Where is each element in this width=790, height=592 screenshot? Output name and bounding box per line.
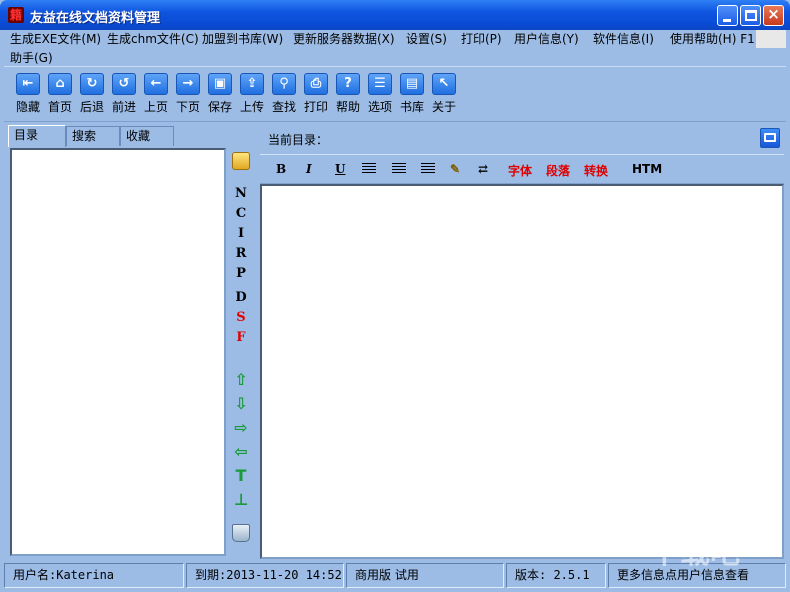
app-logo-icon: 籍 bbox=[8, 7, 24, 23]
fullscreen-button[interactable] bbox=[760, 128, 780, 148]
tab-favorites[interactable]: 收藏 bbox=[120, 126, 174, 146]
menu-user-info[interactable]: 用户信息(Y) bbox=[514, 30, 579, 47]
status-username: 用户名:Katerina bbox=[4, 563, 184, 588]
format-toolbar: B I U ✎ ⇄ 字体 段落 转换 HTM bbox=[260, 154, 784, 184]
move-up-icon[interactable]: ⇧ bbox=[230, 370, 252, 389]
font-button[interactable]: 字体 bbox=[508, 162, 532, 179]
right-panel: 当前目录： B I U ✎ ⇄ 字体 段落 转换 HTM bbox=[260, 126, 784, 559]
minimize-button[interactable] bbox=[717, 5, 738, 26]
side-btn-i[interactable]: I bbox=[230, 226, 252, 241]
hide-panel-icon: ⇤ bbox=[16, 73, 40, 95]
text-replace-icon[interactable]: ⇄ bbox=[478, 162, 488, 176]
menu-software-info[interactable]: 软件信息(I) bbox=[593, 30, 654, 47]
brush-icon[interactable]: ✎ bbox=[450, 162, 460, 176]
status-edition: 商用版 试用 bbox=[346, 563, 504, 588]
next-page-button[interactable]: → 下页 bbox=[172, 73, 204, 115]
menu-corner bbox=[756, 30, 786, 48]
about-button[interactable]: ↖ 关于 bbox=[428, 73, 460, 115]
side-btn-d[interactable]: D bbox=[230, 290, 252, 305]
tab-catalog[interactable]: 目录 bbox=[8, 125, 66, 147]
side-btn-p[interactable]: P bbox=[230, 266, 252, 281]
menu-help[interactable]: 使用帮助(H) F1 bbox=[670, 30, 755, 47]
print-button[interactable]: ⎙ 打印 bbox=[300, 73, 332, 115]
italic-button[interactable]: I bbox=[306, 162, 312, 176]
align-right-icon[interactable] bbox=[421, 163, 435, 175]
side-toolbar: N C I R P D S F ⇧ ⇩ ⇨ ⇦ T ⊥ bbox=[230, 150, 254, 556]
hide-button[interactable]: ⇤ 隐藏 bbox=[12, 73, 44, 115]
status-expiry: 到期:2013-11-20 14:52 bbox=[186, 563, 344, 588]
print-icon: ⎙ bbox=[304, 73, 328, 95]
left-panel: 目录 搜索 收藏 N C I R P D S F ⇧ ⇩ ⇨ ⇦ T ⊥ bbox=[8, 125, 256, 559]
side-btn-r[interactable]: R bbox=[230, 246, 252, 261]
bold-button[interactable]: B bbox=[276, 162, 286, 176]
menu-generate-exe[interactable]: 生成EXE文件(M) bbox=[10, 30, 101, 47]
menu-settings[interactable]: 设置(S) bbox=[406, 30, 447, 47]
help-button[interactable]: ? 帮助 bbox=[332, 73, 364, 115]
open-folder-icon[interactable] bbox=[232, 152, 250, 170]
close-button[interactable]: × bbox=[763, 5, 784, 26]
home-button[interactable]: ⌂ 首页 bbox=[44, 73, 76, 115]
help-icon: ? bbox=[336, 73, 360, 95]
monitor-icon bbox=[764, 133, 776, 142]
forward-button[interactable]: ↺ 前进 bbox=[108, 73, 140, 115]
close-icon: × bbox=[767, 5, 780, 23]
status-version: 版本: 2.5.1 bbox=[506, 563, 606, 588]
library-icon: ▤ bbox=[400, 73, 424, 95]
menu-assistant[interactable]: 助手(G) bbox=[10, 49, 53, 66]
align-center-icon[interactable] bbox=[392, 163, 406, 175]
back-refresh-icon: ↻ bbox=[80, 73, 104, 95]
current-directory-label: 当前目录： bbox=[268, 133, 329, 147]
menu-print[interactable]: 打印(P) bbox=[461, 30, 502, 47]
side-btn-n[interactable]: N bbox=[230, 186, 252, 201]
move-down-icon[interactable]: ⇩ bbox=[230, 394, 252, 413]
maximize-icon bbox=[745, 10, 757, 21]
library-button[interactable]: ▤ 书库 bbox=[396, 73, 428, 115]
arrow-left-icon: ← bbox=[144, 73, 168, 95]
options-button[interactable]: ☰ 选项 bbox=[364, 73, 396, 115]
move-bottom-icon[interactable]: ⊥ bbox=[230, 490, 252, 509]
prev-page-button[interactable]: ← 上页 bbox=[140, 73, 172, 115]
catalog-tree[interactable] bbox=[10, 148, 226, 556]
move-right-icon[interactable]: ⇨ bbox=[230, 418, 252, 437]
home-icon: ⌂ bbox=[48, 73, 72, 95]
maximize-button[interactable] bbox=[740, 5, 761, 26]
forward-refresh-icon: ↺ bbox=[112, 73, 136, 95]
side-btn-c[interactable]: C bbox=[230, 206, 252, 221]
menu-generate-chm[interactable]: 生成chm文件(C) bbox=[107, 30, 199, 47]
back-button[interactable]: ↻ 后退 bbox=[76, 73, 108, 115]
side-btn-f[interactable]: F bbox=[230, 330, 252, 345]
tab-search[interactable]: 搜索 bbox=[66, 126, 120, 146]
menu-join-library[interactable]: 加盟到书库(W) bbox=[202, 30, 283, 47]
underline-button[interactable]: U bbox=[335, 162, 345, 176]
title-bar: 籍 友益在线文档资料管理 × bbox=[0, 0, 790, 30]
minimize-icon bbox=[723, 19, 731, 22]
about-cursor-icon: ↖ bbox=[432, 73, 456, 95]
upload-icon: ⇪ bbox=[240, 73, 264, 95]
move-left-icon[interactable]: ⇦ bbox=[230, 442, 252, 461]
recycle-bin-icon[interactable] bbox=[232, 524, 250, 542]
watermark: 下载吧 bbox=[650, 536, 740, 571]
menu-update-server[interactable]: 更新服务器数据(X) bbox=[293, 30, 395, 47]
convert-button[interactable]: 转换 bbox=[584, 162, 608, 179]
side-btn-s[interactable]: S bbox=[230, 310, 252, 325]
window-title: 友益在线文档资料管理 bbox=[30, 11, 161, 26]
main-toolbar: ⇤ 隐藏 ⌂ 首页 ↻ 后退 ↺ 前进 ← 上页 → 下页 ▣ 保存 ⇪ 上传 ⚲ 查找 ⎙ 打印 … bbox=[4, 66, 786, 122]
html-button[interactable]: HTM bbox=[632, 162, 662, 176]
arrow-right-icon: → bbox=[176, 73, 200, 95]
upload-button[interactable]: ⇪ 上传 bbox=[236, 73, 268, 115]
options-icon: ☰ bbox=[368, 73, 392, 95]
menu-bar: 生成EXE文件(M) 生成chm文件(C) 加盟到书库(W) 更新服务器数据(X… bbox=[4, 30, 786, 66]
document-editor[interactable] bbox=[260, 184, 784, 559]
paragraph-button[interactable]: 段落 bbox=[546, 162, 570, 179]
search-icon: ⚲ bbox=[272, 73, 296, 95]
move-top-icon[interactable]: T bbox=[230, 466, 252, 485]
align-left-icon[interactable] bbox=[362, 163, 376, 175]
find-button[interactable]: ⚲ 查找 bbox=[268, 73, 300, 115]
save-icon: ▣ bbox=[208, 73, 232, 95]
save-button[interactable]: ▣ 保存 bbox=[204, 73, 236, 115]
